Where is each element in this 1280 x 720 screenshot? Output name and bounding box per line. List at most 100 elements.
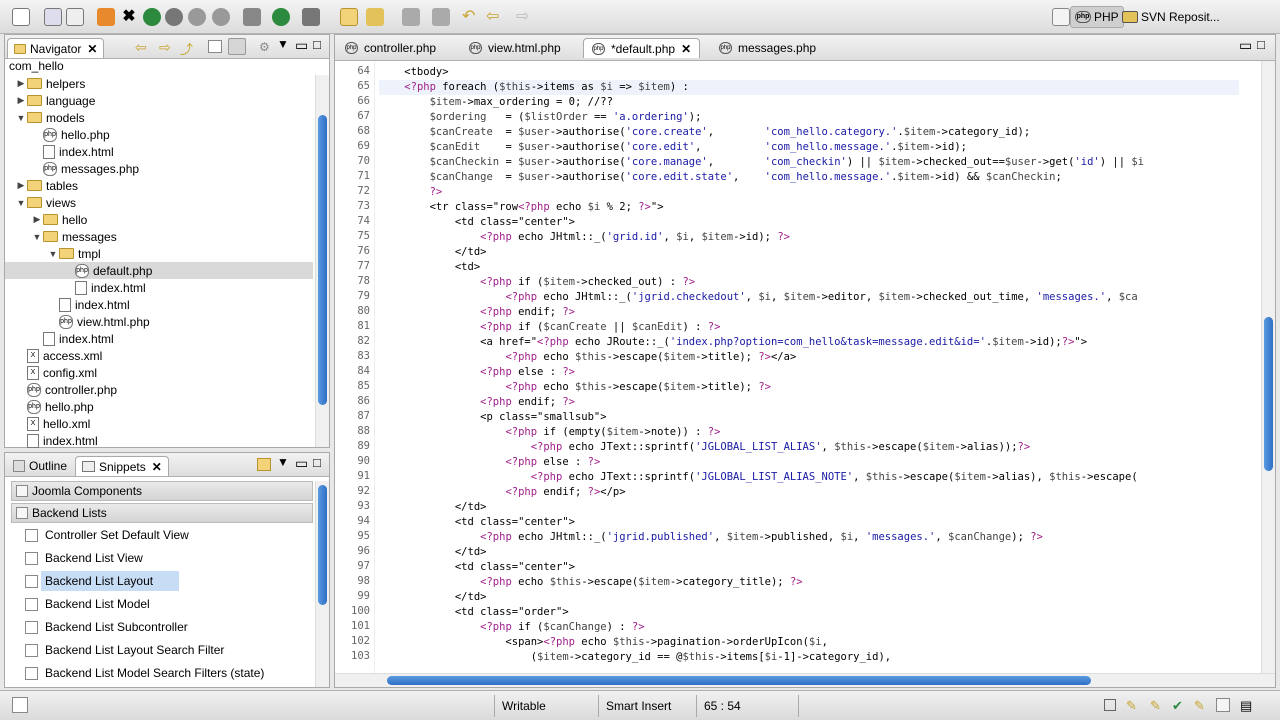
project-name[interactable]: com_hello [9,59,64,73]
minimize-icon[interactable]: ▭ [295,455,308,472]
snippet-group[interactable]: Backend Lists [11,503,313,523]
editor-hscroll-thumb[interactable] [387,676,1091,685]
tree-item[interactable]: index.html [5,296,313,313]
code-line[interactable]: </td> [379,245,487,260]
tree-item[interactable]: ▼ views [5,194,313,211]
next-annotation-icon[interactable] [402,8,420,26]
open-folder-icon[interactable] [340,8,358,26]
tree-item[interactable]: php controller.php [5,381,313,398]
tree-item[interactable]: ▶ tables [5,177,313,194]
tree-item[interactable]: php view.html.php [5,313,313,330]
prev-annotation-icon[interactable] [432,8,450,26]
code-line[interactable]: <td class="order"> [379,605,569,620]
filter-icon[interactable]: ⚙ [259,40,270,54]
snippets-scrollbar[interactable] [315,481,329,687]
code-line[interactable]: <?php endif; ?></p> [379,485,625,500]
print-icon[interactable] [66,8,84,26]
code-line[interactable]: <?php echo JText::sprintf('JGLOBAL_LIST_… [379,470,1138,485]
tab-controller-php[interactable]: php controller.php [337,38,444,58]
code-line[interactable]: <?php if (empty($item->note)) : ?> [379,425,720,440]
code-line[interactable]: <td class="center"> [379,515,575,530]
navigator-scrollbar[interactable] [315,75,329,447]
close-icon[interactable]: ✕ [152,460,162,474]
code-line[interactable]: <?php echo JHtml::_('grid.id', $i, $item… [379,230,790,245]
code-line[interactable]: <p class="smallsub"> [379,410,606,425]
code-line[interactable]: <?php echo $this->escape($item->title); … [379,380,771,395]
navigator-scroll-thumb[interactable] [318,115,327,405]
code-line[interactable]: $canEdit = $user->authorise('core.edit',… [379,140,967,155]
code-line[interactable]: <?php if ($canChange) : ?> [379,620,644,635]
editor-vertical-scrollbar[interactable] [1261,61,1275,673]
tab-snippets[interactable]: Snippets ✕ [75,456,169,476]
tree-item[interactable]: Xhello.xml [5,415,313,432]
run-icon[interactable] [97,8,115,26]
tree-item[interactable]: ▶ hello [5,211,313,228]
play-icon[interactable] [272,8,290,26]
tree-item[interactable]: php hello.php [5,126,313,143]
new-file-icon[interactable] [12,8,30,26]
tasks-icon[interactable]: ✎ [1126,698,1137,714]
tree-item[interactable]: php messages.php [5,160,313,177]
sql-icon[interactable] [143,8,161,26]
close-icon[interactable]: ✕ [87,42,97,56]
link-editor-icon[interactable] [228,38,246,55]
tree-item[interactable]: index.html [5,279,313,296]
debug-run-icon[interactable] [302,8,320,26]
snippet-item[interactable]: Controller Set Default View [41,525,193,545]
code-line[interactable]: $ordering = ($listOrder == 'a.ordering')… [379,110,702,125]
tree-item[interactable]: index.html [5,330,313,347]
perspective-svn[interactable]: SVN Reposit... [1118,6,1224,28]
code-line[interactable]: <?php endif; ?> [379,395,575,410]
code-line[interactable]: <?php else : ?> [379,455,600,470]
code-line[interactable]: <?php else : ?> [379,365,575,380]
maximize-icon[interactable]: □ [313,455,321,470]
snippets-scroll-thumb[interactable] [318,485,327,605]
snippet-item[interactable]: Backend List View [41,548,147,568]
code-line[interactable]: <?php if ($canCreate || $canEdit) : ?> [379,320,720,335]
chevron-right-icon[interactable]: ▶ [31,214,43,225]
code-line[interactable]: </td> [379,545,487,560]
code-line[interactable]: <?php echo JHtml::_('jgrid.checkedout', … [379,290,1137,305]
bookmarks-icon[interactable] [1216,698,1230,712]
tree-item[interactable]: ▶ helpers [5,75,313,92]
editor-vscroll-thumb[interactable] [1264,317,1273,471]
code-line[interactable]: <tbody> [379,65,448,80]
save-icon[interactable] [44,8,62,26]
code-line[interactable]: <td> [379,260,480,275]
code-line[interactable]: $canCreate = $user->authorise('core.crea… [379,125,1031,140]
code-line[interactable]: <td class="center"> [379,560,575,575]
code-line[interactable]: </td> [379,500,487,515]
tree-item[interactable]: ▼ models [5,109,313,126]
snippet-item[interactable]: Backend List Model [41,594,154,614]
external-tools-icon[interactable] [212,8,230,26]
code-line[interactable]: ($item->category_id == @$this->items[$i-… [379,650,891,665]
code-line[interactable]: <tr class="row<?php echo $i % 2; ?>"> [379,200,664,215]
view-menu-icon[interactable]: ▼ [277,37,289,51]
back-icon[interactable]: ⇦ [135,39,147,56]
chevron-down-icon[interactable]: ▼ [15,198,27,208]
code-line[interactable]: <?php echo $this->escape($item->category… [379,575,802,590]
insert-snippet-icon[interactable] [257,458,271,471]
tab-navigator[interactable]: Navigator ✕ [7,38,105,58]
minimize-icon[interactable]: ▭ [1239,37,1252,54]
snippet-item[interactable]: Backend List Subcontroller [41,617,192,637]
code-line[interactable]: </td> [379,590,487,605]
search-view-icon[interactable]: ✎ [1194,698,1205,714]
back-history-icon[interactable]: ⇦ [486,8,504,26]
chevron-down-icon[interactable]: ▼ [15,113,27,123]
code-line[interactable]: <?php foreach ($this->items as $i => $it… [379,80,689,95]
open-perspective-icon[interactable] [1052,8,1070,26]
code-line[interactable]: <?php if ($item->checked_out) : ?> [379,275,695,290]
console-icon[interactable]: ✔ [1172,698,1183,714]
tree-item[interactable]: Xconfig.xml [5,364,313,381]
chevron-right-icon[interactable]: ▶ [15,78,27,89]
progress-icon[interactable]: ▤ [1240,698,1252,714]
tab-default-php[interactable]: php *default.php ✕ [583,38,701,58]
chevron-right-icon[interactable]: ▶ [15,180,27,191]
tree-item[interactable]: index.html [5,432,313,449]
code-area[interactable]: 64 65 66 67 68 69 70 71 72 73 74 75 76 77 78 79 80 81 82 83… [335,61,1275,673]
gear-icon[interactable] [243,8,261,26]
tree-item[interactable]: php default.php [5,262,313,279]
code-line[interactable]: $canChange = $user->authorise('core.edit… [379,170,1062,185]
open-type-icon[interactable] [366,8,384,26]
